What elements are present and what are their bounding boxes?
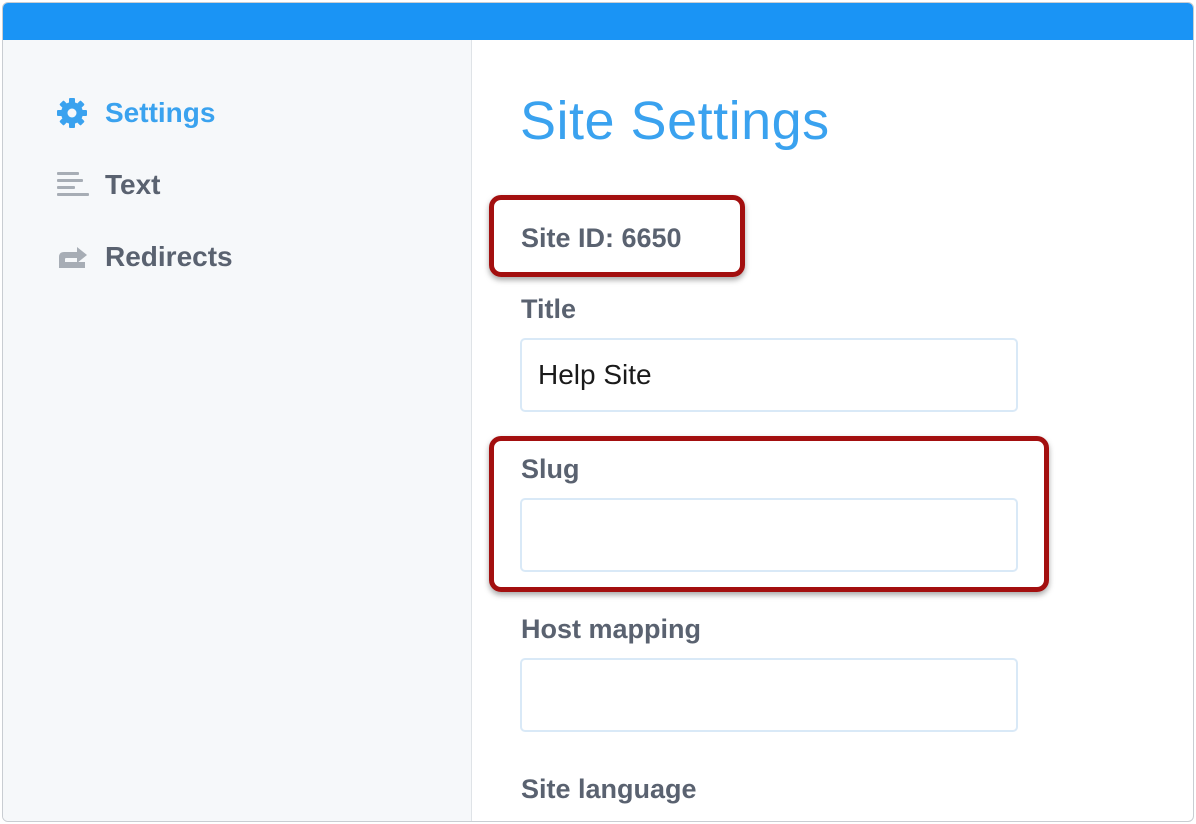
site-language-label: Site language [521,774,697,804]
app-window: Settings Text Redirects Site Settings Si… [2,2,1194,822]
sidebar-item-label: Redirects [105,241,233,272]
site-id-text: Site ID: 6650 [521,223,682,253]
main-content: Site Settings Site ID: 6650 Title Slug H… [472,40,1193,821]
gear-icon [55,95,91,131]
sidebar-item-settings[interactable]: Settings [55,93,215,133]
slug-input[interactable] [520,498,1018,572]
redirect-arrow-icon [55,239,91,275]
sidebar-item-redirects[interactable]: Redirects [55,237,233,277]
text-lines-icon [55,167,91,203]
sidebar-item-label: Settings [105,97,216,128]
title-label: Title [521,294,577,324]
top-bar [3,3,1193,40]
title-input[interactable] [520,338,1018,412]
page-title: Site Settings [520,91,830,151]
sidebar: Settings Text Redirects [3,40,472,821]
slug-label: Slug [521,454,580,484]
sidebar-item-text[interactable]: Text [55,165,161,205]
sidebar-item-label: Text [105,169,161,200]
host-mapping-input[interactable] [520,658,1018,732]
host-mapping-label: Host mapping [521,614,701,644]
